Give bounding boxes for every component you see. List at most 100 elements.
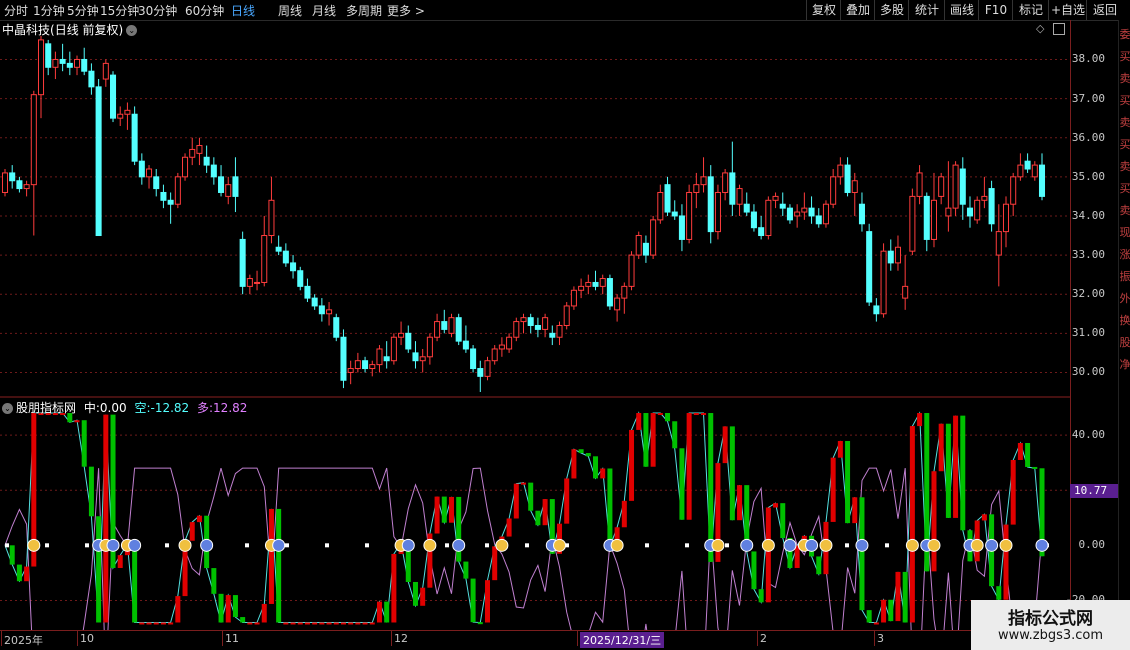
quote-strip-label: 买 <box>1119 50 1130 63</box>
candle-body <box>880 250 887 315</box>
candle-body <box>95 86 102 237</box>
candle-body <box>261 235 268 283</box>
quote-strip-label: 换 <box>1119 314 1130 327</box>
quote-strip-label: 卖 <box>1119 72 1130 85</box>
indicator-bar <box>189 522 195 541</box>
candle-body <box>887 250 894 264</box>
candle-body <box>974 199 981 221</box>
candle-body <box>441 321 448 330</box>
zero-line-dot <box>725 543 729 548</box>
candle-body <box>563 305 570 326</box>
candle-body <box>599 278 606 287</box>
indicator-name: 股朋指标网 <box>16 401 77 415</box>
price-tick-label: 38.00 <box>1071 52 1105 66</box>
date-axis-label: 2 <box>760 632 767 645</box>
candle-body <box>311 297 318 307</box>
indicator-bar <box>542 499 548 526</box>
chart-canvas[interactable] <box>0 0 1070 630</box>
quote-strip-label: 净 <box>1119 358 1130 371</box>
quote-strip-label: 涨 <box>1119 248 1130 261</box>
candle-body <box>268 199 275 237</box>
candle-body <box>246 278 253 287</box>
indicator-tick-label: 40.00 <box>1071 428 1105 442</box>
indicator-bar <box>794 545 800 568</box>
candle-body <box>570 289 577 307</box>
face-icon <box>805 538 819 552</box>
indicator-bar <box>268 508 274 604</box>
candle-body <box>117 113 124 119</box>
indicator-bar <box>240 617 246 623</box>
indicator-bar <box>513 483 519 519</box>
candle-body <box>426 336 433 358</box>
candle-body <box>498 344 505 350</box>
candle-body <box>750 211 757 229</box>
indicator-bar <box>679 448 685 520</box>
indicator-bar <box>196 515 202 523</box>
zero-line-dot <box>245 543 249 548</box>
candle-body <box>822 203 829 225</box>
candle-body <box>952 164 959 209</box>
indicator-bar <box>312 622 318 625</box>
indicator-bar <box>852 497 858 524</box>
face-icon <box>452 538 466 552</box>
candle-body <box>837 164 844 178</box>
candle-body <box>628 254 635 287</box>
indicator-bar <box>484 580 490 623</box>
indicator-tick-label: 0.00 <box>1078 538 1106 552</box>
candle-body <box>88 70 95 88</box>
indicator-bar <box>362 622 368 625</box>
date-axis-label: 2025/12/31/三 <box>580 632 665 648</box>
candle-body <box>606 278 613 307</box>
indicator-bar <box>729 426 735 521</box>
candle-body <box>772 195 779 201</box>
candle-body <box>362 360 369 370</box>
zero-line-dot <box>365 543 369 548</box>
indicator-bar <box>981 514 987 521</box>
indicator-bar <box>1003 524 1009 600</box>
candle-body <box>102 62 109 80</box>
indicator-bar <box>650 413 656 467</box>
indicator-bar <box>751 551 757 590</box>
candle-body <box>254 281 261 284</box>
tool-button-8[interactable]: 返回 <box>1086 0 1123 20</box>
zero-line-dot <box>45 543 49 548</box>
quote-strip-label: 现 <box>1119 226 1130 239</box>
indicator-bar <box>412 581 418 606</box>
candle-body <box>326 309 333 315</box>
candle-body <box>714 191 721 233</box>
price-tick-label: 30.00 <box>1071 365 1105 379</box>
candle-body <box>196 145 203 154</box>
watermark: 指标公式网 www.zbgs3.com <box>971 600 1130 650</box>
indicator-bar <box>81 420 87 467</box>
indicator-bar <box>254 622 260 625</box>
candle-body <box>858 203 865 225</box>
candle-body <box>210 164 217 178</box>
indicator-bar <box>175 596 181 623</box>
candle-body <box>354 360 361 370</box>
date-axis-tick <box>757 631 758 646</box>
indicator-bar <box>758 589 764 603</box>
zero-line-dot <box>325 543 329 548</box>
candle-body <box>419 356 426 362</box>
candle-body <box>484 360 491 377</box>
quote-strip-label: 买 <box>1119 138 1130 151</box>
face-icon <box>401 538 415 552</box>
candle-body <box>686 191 693 240</box>
candle-body <box>506 336 513 350</box>
indicator-bar <box>765 507 771 603</box>
indicator-bar <box>492 546 498 581</box>
candle-body <box>902 285 909 299</box>
candle-body <box>916 172 923 197</box>
candle-body <box>729 172 736 205</box>
candle-body <box>693 184 700 193</box>
quote-strip-label: 买 <box>1119 94 1130 107</box>
price-tick-label: 36.00 <box>1071 130 1105 144</box>
money-bag-icon <box>495 538 509 552</box>
indicator-bar <box>441 496 447 523</box>
money-bag-icon <box>27 538 41 552</box>
quote-strip-label: 买 <box>1119 182 1130 195</box>
indicator-bar <box>571 449 577 479</box>
chevron-down-icon[interactable]: ⌄ <box>2 403 13 414</box>
candle-body <box>866 231 873 303</box>
face-icon <box>106 538 120 552</box>
